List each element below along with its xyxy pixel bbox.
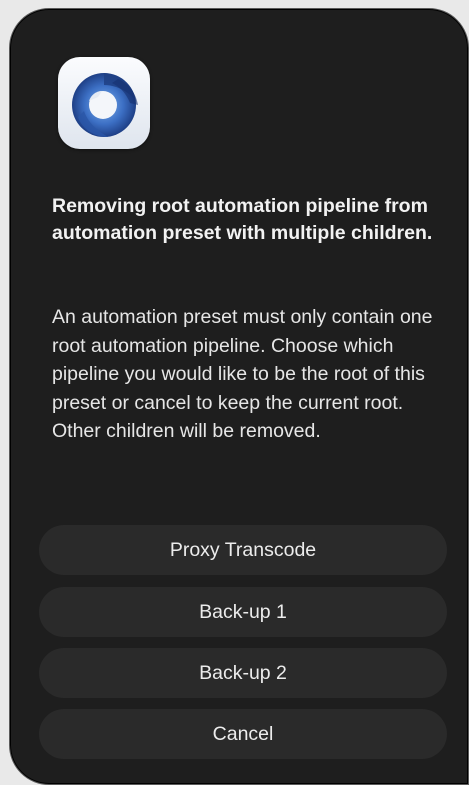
aperture-icon (72, 73, 138, 137)
alert-dialog: Removing root automation pipeline from a… (9, 8, 469, 785)
backup-2-button[interactable]: Back-up 2 (39, 648, 447, 698)
dialog-title: Removing root automation pipeline from a… (52, 195, 433, 244)
cancel-button[interactable]: Cancel (39, 709, 447, 759)
app-icon (58, 57, 150, 149)
proxy-transcode-button[interactable]: Proxy Transcode (39, 525, 447, 575)
dialog-message: An automation preset must only contain o… (52, 306, 433, 442)
backup-1-button[interactable]: Back-up 1 (39, 587, 447, 637)
